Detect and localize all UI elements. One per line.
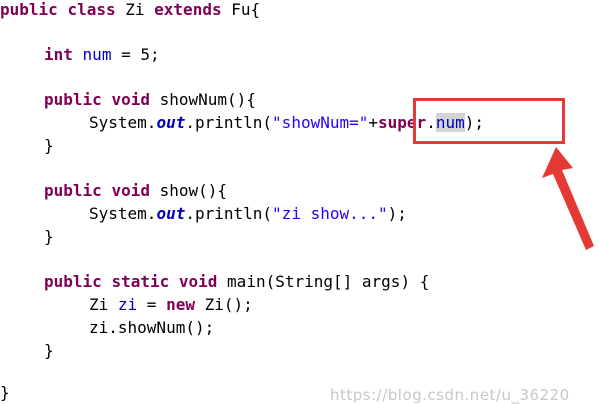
keyword-class: class bbox=[67, 0, 116, 19]
shownum-close-line: } bbox=[44, 136, 54, 156]
constructor-call: Zi(); bbox=[194, 295, 253, 314]
field-num: num bbox=[82, 45, 112, 64]
string-literal: "zi show..." bbox=[272, 204, 388, 223]
field-initializer: = 5; bbox=[111, 45, 160, 64]
keyword-public: public bbox=[44, 181, 102, 200]
println-call: .println( bbox=[185, 113, 273, 132]
method-signature: show(){ bbox=[159, 181, 228, 200]
keyword-new: new bbox=[166, 295, 195, 314]
keyword-int: int bbox=[44, 45, 73, 64]
method-signature: main(String[] args) { bbox=[227, 272, 430, 291]
close-brace: } bbox=[44, 227, 54, 246]
parent-class-name: Fu{ bbox=[231, 0, 261, 19]
type-name: Zi bbox=[89, 295, 118, 314]
close-brace: } bbox=[44, 341, 54, 360]
system-ref: System. bbox=[89, 204, 157, 223]
class-name: Zi bbox=[125, 0, 145, 19]
keyword-public: public bbox=[44, 272, 102, 291]
string-literal: "showNum=" bbox=[272, 113, 369, 132]
keyword-public: public bbox=[44, 90, 102, 109]
main-body-line-1: Zi zi = new Zi(); bbox=[89, 295, 253, 315]
println-call: .println( bbox=[185, 204, 273, 223]
keyword-extends: extends bbox=[154, 0, 222, 19]
close-brace: } bbox=[0, 383, 10, 402]
watermark: https://blog.csdn.net/u_36220 bbox=[330, 386, 570, 404]
show-close-line: } bbox=[44, 227, 54, 247]
keyword-void: void bbox=[111, 90, 150, 109]
arrow-shape bbox=[542, 147, 594, 250]
method-signature: showNum(){ bbox=[159, 90, 256, 109]
local-var-zi: zi bbox=[117, 295, 138, 314]
main-body-line-2: zi.showNum(); bbox=[89, 318, 214, 338]
shownum-signature-line: public void showNum(){ bbox=[44, 90, 256, 110]
main-signature-line: public static void main(String[] args) { bbox=[44, 272, 429, 292]
class-declaration-line: public class Zi extends Fu{ bbox=[0, 0, 260, 20]
assign-operator: = bbox=[137, 295, 167, 314]
class-close-line: } bbox=[0, 383, 10, 403]
code-editor: public class Zi extends Fu{ int num = 5;… bbox=[0, 0, 599, 404]
main-close-line: } bbox=[44, 341, 54, 361]
show-body-line: System.out.println("zi show..."); bbox=[89, 204, 407, 224]
plus-operator: + bbox=[368, 113, 379, 132]
keyword-void: void bbox=[178, 272, 218, 291]
system-ref: System. bbox=[89, 113, 157, 132]
show-signature-line: public void show(){ bbox=[44, 181, 227, 201]
method-call: zi.showNum(); bbox=[89, 318, 215, 337]
static-field-out: out bbox=[156, 204, 186, 223]
statement-end: ); bbox=[387, 204, 407, 223]
keyword-public: public bbox=[0, 0, 58, 19]
keyword-static: static bbox=[111, 272, 170, 291]
keyword-void: void bbox=[111, 181, 150, 200]
highlight-box bbox=[413, 98, 565, 144]
close-brace: } bbox=[44, 136, 54, 155]
field-declaration-line: int num = 5; bbox=[44, 45, 160, 65]
static-field-out: out bbox=[156, 113, 186, 132]
